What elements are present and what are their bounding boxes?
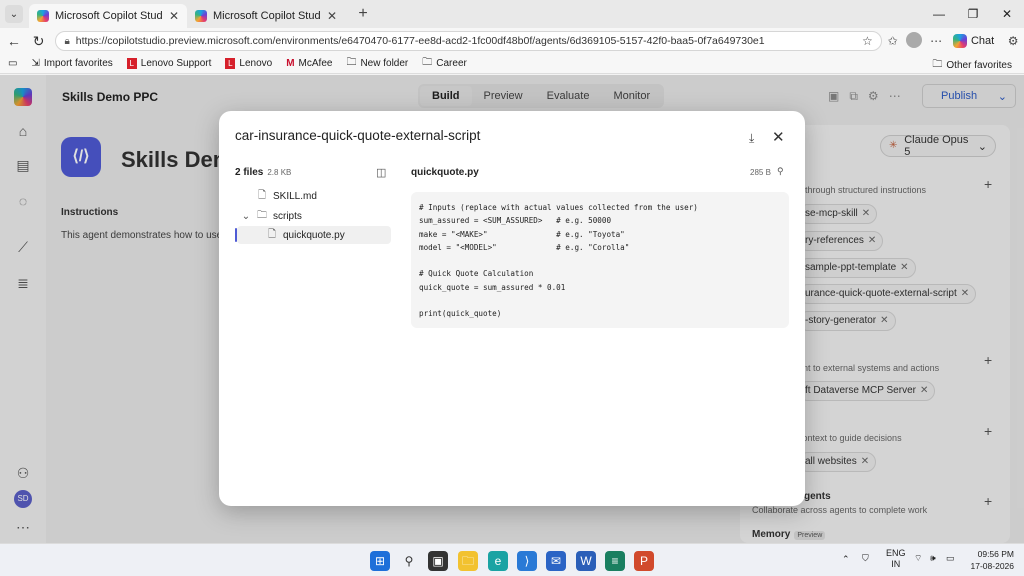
close-tab-icon[interactable]: ✕ <box>327 9 337 23</box>
word-icon[interactable]: W <box>576 551 596 571</box>
chevron-down-icon[interactable]: ⌄ <box>241 211 251 222</box>
folder-icon: 🗀︎ <box>257 209 267 221</box>
favorites-icon[interactable]: ✩ <box>882 34 904 48</box>
copilot-favicon-icon <box>195 10 207 22</box>
minimize-icon[interactable]: — <box>922 0 956 28</box>
fav-label: Career <box>436 58 467 69</box>
skill-files-dialog: car-insurance-quick-quote-external-scrip… <box>219 111 805 506</box>
fav-label: McAfee <box>298 58 333 69</box>
system-clock[interactable]: 09:56 PM 17-08-2026 <box>966 548 1014 572</box>
fav-label: Import favorites <box>43 58 113 69</box>
outlook-icon[interactable]: ✉ <box>546 551 566 571</box>
wrap-toggle-icon[interactable]: ⚲ <box>777 166 784 177</box>
notepad-icon[interactable]: ≡ <box>605 551 625 571</box>
close-icon[interactable]: ✕ <box>772 128 785 146</box>
browser-tab-2[interactable]: Microsoft Copilot Studio ✕ <box>187 4 345 28</box>
windows-start-icon[interactable]: ⊞ <box>370 551 390 571</box>
file-icon: 🗋︎ <box>257 189 267 201</box>
import-icon: ⇲ <box>31 58 40 69</box>
chat-button[interactable]: Chat <box>952 34 995 48</box>
fav-career[interactable]: 🗀︎ Career <box>422 55 467 72</box>
profile-icon[interactable] <box>904 31 926 51</box>
battery-icon[interactable]: ▭ <box>946 553 955 564</box>
file-explorer-icon[interactable]: 🗀︎ <box>458 551 478 571</box>
folder-icon: 🗀︎ <box>932 59 943 70</box>
tree-item-label: SKILL.md <box>273 190 317 202</box>
back-icon[interactable]: ← <box>3 33 25 49</box>
clock-date: 17-08-2026 <box>970 561 1014 571</box>
task-view-icon[interactable]: ▣ <box>428 551 448 571</box>
files-header: 2 files 2.8 KB <box>235 167 291 178</box>
browser-tab-bar: ⌄ Microsoft Copilot Studio ✕ Microsoft C… <box>0 0 1024 28</box>
settings-icon[interactable]: ⚙︎ <box>1002 34 1024 48</box>
download-icon[interactable]: ⤓ <box>749 131 754 146</box>
fav-new-folder[interactable]: 🗀︎ New folder <box>346 55 408 72</box>
clock-time: 09:56 PM <box>977 549 1014 559</box>
file-icon: 🗋︎ <box>267 228 277 240</box>
tree-file-quickquote[interactable]: 🗋︎ quickquote.py <box>237 226 391 244</box>
tab-list-button[interactable]: ⌄ <box>5 5 23 23</box>
url-field[interactable]: 🔒︎ https://copilotstudio.preview.microso… <box>55 31 882 51</box>
fav-lenovo-support[interactable]: L Lenovo Support <box>126 58 212 69</box>
fav-label: Lenovo Support <box>140 58 212 69</box>
more-menu-icon[interactable]: ⋯ <box>925 34 947 48</box>
fav-label: Lenovo <box>239 58 273 69</box>
tree-item-label: scripts <box>273 210 302 222</box>
selection-indicator <box>235 228 237 242</box>
tree-folder-scripts[interactable]: ⌄ 🗀︎ scripts <box>241 207 302 225</box>
tab-title: Microsoft Copilot Studio <box>55 10 163 22</box>
tree-item-label: quickquote.py <box>283 229 345 241</box>
powerpoint-icon[interactable]: P <box>634 551 654 571</box>
selected-file-name: quickquote.py <box>411 167 479 178</box>
wifi-icon[interactable]: ⌔ <box>914 553 922 564</box>
files-size: 2.8 KB <box>267 168 292 177</box>
favorites-bar: ▭ ⇲ Import favorites L Lenovo Support L Len… <box>0 54 1024 74</box>
close-window-icon[interactable]: ✕ <box>990 0 1024 28</box>
fav-label: New folder <box>360 58 409 69</box>
copilot-icon <box>952 34 967 48</box>
lock-icon[interactable]: 🔒︎ <box>64 36 69 47</box>
volume-icon[interactable]: 🕪︎ <box>930 553 936 564</box>
lenovo-icon: L <box>225 58 236 69</box>
chat-label: Chat <box>970 35 995 47</box>
show-hidden-icons[interactable]: ⌃ <box>842 554 850 565</box>
panel-toggle-icon[interactable]: ◫ <box>376 166 386 179</box>
language-indicator[interactable]: ENG IN <box>886 548 906 570</box>
search-icon[interactable]: ⚲ <box>399 551 419 571</box>
close-tab-icon[interactable]: ✕ <box>169 9 179 23</box>
selected-file-size: 285 B <box>750 168 771 177</box>
new-tab-button[interactable]: + <box>353 5 373 23</box>
code-viewer[interactable]: # Inputs (replace with actual values col… <box>411 192 789 328</box>
tab-title: Microsoft Copilot Studio <box>213 10 321 22</box>
favorite-star-icon[interactable]: ☆ <box>862 34 873 48</box>
folder-icon: 🗀︎ <box>422 57 433 68</box>
other-favorites[interactable]: 🗀︎ Other favorites <box>932 57 1012 74</box>
window-controls: — ❐ ✕ <box>922 0 1024 28</box>
other-favorites-label: Other favorites <box>946 60 1012 71</box>
code-content: # Inputs (replace with actual values col… <box>419 203 698 319</box>
fav-lenovo[interactable]: L Lenovo <box>225 58 272 69</box>
mcafee-icon: M <box>286 58 295 69</box>
folder-icon: 🗀︎ <box>346 57 357 68</box>
copilot-favicon-icon <box>37 10 49 22</box>
fav-mcafee[interactable]: M McAfee <box>286 58 332 69</box>
reading-mode-icon[interactable]: ▭ <box>8 58 17 69</box>
lang-code: ENG <box>886 548 906 558</box>
refresh-icon[interactable]: ↻ <box>28 33 50 50</box>
edge-icon[interactable]: e <box>488 551 508 571</box>
address-bar-row: ← ↻ 🔒︎ https://copilotstudio.preview.mic… <box>0 28 1024 54</box>
lenovo-icon: L <box>126 58 137 69</box>
vscode-icon[interactable]: ⟩ <box>517 551 537 571</box>
dialog-title: car-insurance-quick-quote-external-scrip… <box>235 128 481 143</box>
url-text: https://copilotstudio.preview.microsoft.… <box>75 35 765 47</box>
windows-taskbar: ⊞ ⚲ ▣ 🗀︎ e ⟩ ✉ W ≡ P ⌃ ⛉ ENG IN ⌔ 🕪︎ ▭ 0… <box>0 543 1024 576</box>
security-icon[interactable]: ⛉ <box>862 553 869 564</box>
restore-icon[interactable]: ❐ <box>956 0 990 28</box>
browser-tab-1[interactable]: Microsoft Copilot Studio ✕ <box>29 4 187 28</box>
tree-file-skill-md[interactable]: 🗋︎ SKILL.md <box>257 187 317 205</box>
region-code: IN <box>891 559 901 569</box>
files-count: 2 files <box>235 167 264 178</box>
fav-import[interactable]: ⇲ Import favorites <box>31 58 112 69</box>
